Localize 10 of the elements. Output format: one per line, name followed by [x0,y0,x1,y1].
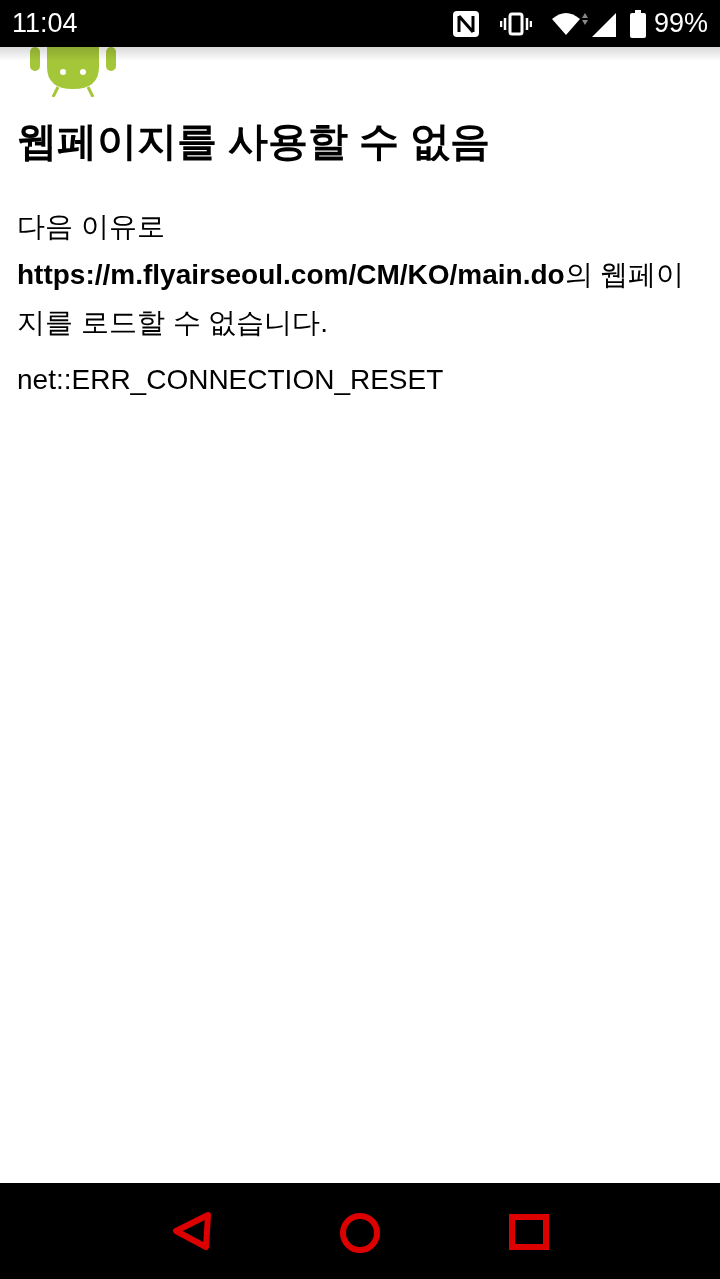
android-robot-icon [30,47,116,97]
page-title: 웹페이지를 사용할 수 없음 [17,118,492,165]
vibrate-icon [499,11,532,36]
error-message: 다음 이유로 https://m.flyairseoul.com/CM/KO/main.do의 웹페이지를 로드할 수 없습니다. [17,210,686,340]
nfc-icon [451,9,480,38]
battery-percentage: 99% [653,7,708,41]
wifi-icon [551,10,590,37]
status-time: 11:04 [12,7,78,41]
error-code: net::ERR_CONNECTION_RESET [17,363,445,397]
battery-icon [629,9,646,38]
